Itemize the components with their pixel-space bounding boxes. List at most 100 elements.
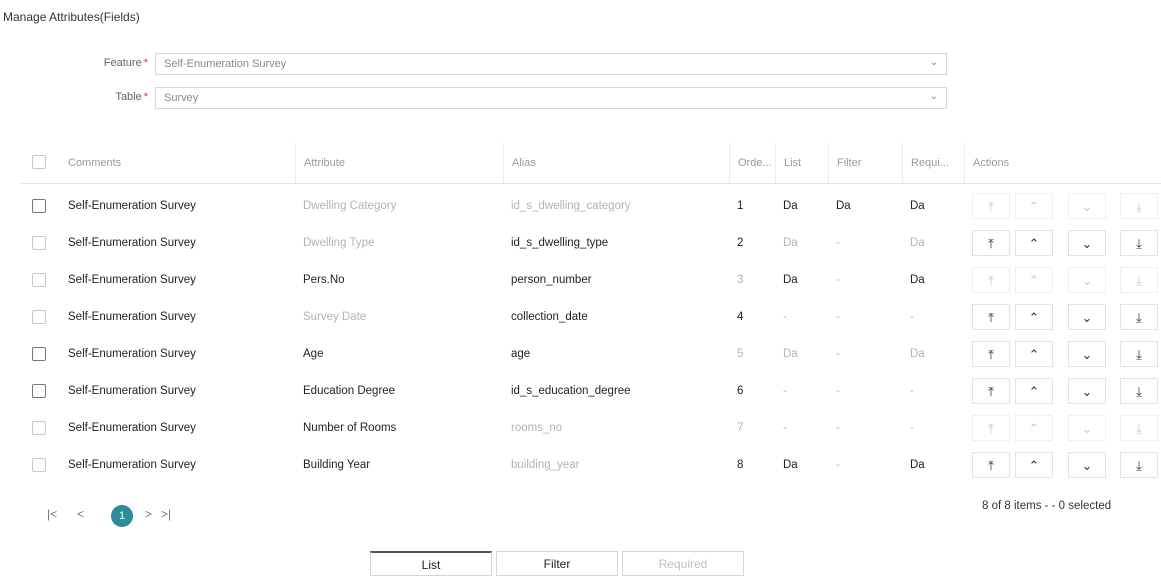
move-down-icon[interactable]: ⌄ (1068, 267, 1106, 293)
cell-alias: id_s_education_degree (511, 385, 631, 397)
move-bottom-icon[interactable]: ⤓ (1120, 415, 1158, 441)
move-up-icon[interactable]: ⌃ (1015, 341, 1053, 367)
feature-select[interactable]: Self-Enumeration Survey ⌄ (155, 53, 947, 75)
cell-list: - (783, 311, 787, 323)
table-row[interactable]: Self-Enumeration Survey Pers.No person_num… (20, 262, 1161, 299)
move-down-icon[interactable]: ⌄ (1068, 230, 1106, 256)
cell-filter: Da (836, 200, 851, 212)
move-top-icon[interactable]: ⤒ (972, 193, 1010, 219)
table-row[interactable]: Self-Enumeration Survey Education Degree i… (20, 373, 1161, 410)
table-row[interactable]: Self-Enumeration Survey Dwelling Type id_s… (20, 225, 1161, 262)
cell-required: - (910, 422, 914, 434)
prev-page-button[interactable]: < (77, 507, 84, 521)
move-bottom-icon[interactable]: ⤓ (1120, 230, 1158, 256)
move-top-icon[interactable]: ⤒ (972, 452, 1010, 478)
cell-list: Da (783, 459, 798, 471)
row-checkbox[interactable] (32, 199, 46, 213)
move-top-icon[interactable]: ⤒ (972, 341, 1010, 367)
move-up-icon[interactable]: ⌃ (1015, 304, 1053, 330)
table-row[interactable]: Self-Enumeration Survey Dwelling Category… (20, 188, 1161, 225)
move-down-icon[interactable]: ⌄ (1068, 304, 1106, 330)
move-down-icon[interactable]: ⌄ (1068, 378, 1106, 404)
move-top-icon[interactable]: ⤒ (972, 415, 1010, 441)
row-checkbox[interactable] (32, 310, 46, 324)
current-page-button[interactable]: 1 (111, 505, 133, 527)
header-order[interactable]: Orde... (729, 143, 775, 183)
cell-list: - (783, 385, 787, 397)
cell-alias: collection_date (511, 311, 588, 323)
row-checkbox[interactable] (32, 384, 46, 398)
cell-attribute: Building Year (303, 459, 371, 471)
move-up-icon[interactable]: ⌃ (1015, 415, 1053, 441)
move-bottom-icon[interactable]: ⤓ (1120, 304, 1158, 330)
cell-required: Da (910, 237, 925, 249)
move-up-icon[interactable]: ⌃ (1015, 267, 1053, 293)
cell-comment: Self-Enumeration Survey (68, 422, 196, 434)
tab-list[interactable]: List (370, 551, 492, 576)
cell-order: 1 (737, 200, 744, 212)
move-top-icon[interactable]: ⤒ (972, 378, 1010, 404)
cell-comment: Self-Enumeration Survey (68, 237, 196, 249)
cell-comment: Self-Enumeration Survey (68, 348, 196, 360)
next-page-button[interactable]: > (145, 507, 152, 521)
move-down-icon[interactable]: ⌄ (1068, 193, 1106, 219)
row-checkbox[interactable] (32, 421, 46, 435)
feature-value: Self-Enumeration Survey (164, 58, 287, 70)
pager: |< < 1 > >| 8 of 8 items - - 0 selected (47, 500, 1161, 529)
header-actions: Actions (964, 143, 1161, 183)
cell-attribute: Age (303, 348, 324, 360)
header-required[interactable]: Requi... (902, 143, 964, 183)
cell-filter: - (836, 274, 840, 286)
last-page-button[interactable]: >| (161, 507, 171, 521)
row-checkbox[interactable] (32, 347, 46, 361)
move-top-icon[interactable]: ⤒ (972, 267, 1010, 293)
cell-filter: - (836, 422, 840, 434)
move-bottom-icon[interactable]: ⤓ (1120, 193, 1158, 219)
cell-filter: - (836, 348, 840, 360)
cell-alias: rooms_no (511, 422, 563, 434)
move-up-icon[interactable]: ⌃ (1015, 452, 1053, 478)
row-checkbox[interactable] (32, 273, 46, 287)
header-filter[interactable]: Filter (828, 143, 902, 183)
cell-required: Da (910, 274, 925, 286)
cell-order: 7 (737, 422, 744, 434)
move-bottom-icon[interactable]: ⤓ (1120, 452, 1158, 478)
chevron-down-icon: ⌄ (929, 57, 938, 68)
move-down-icon[interactable]: ⌄ (1068, 415, 1106, 441)
first-page-button[interactable]: |< (47, 507, 57, 521)
cell-order: 2 (737, 237, 744, 249)
move-up-icon[interactable]: ⌃ (1015, 378, 1053, 404)
table-row[interactable]: Self-Enumeration Survey Number of Rooms ro… (20, 410, 1161, 447)
cell-order: 5 (737, 348, 744, 360)
cell-attribute: Survey Date (303, 311, 367, 323)
grid-header: Comments Attribute Alias Orde... List Fi… (20, 143, 1161, 184)
move-bottom-icon[interactable]: ⤓ (1120, 267, 1158, 293)
cell-required: Da (910, 459, 925, 471)
cell-attribute: Dwelling Category (303, 200, 397, 212)
table-row[interactable]: Self-Enumeration Survey Survey Date collec… (20, 299, 1161, 336)
cell-comment: Self-Enumeration Survey (68, 385, 196, 397)
move-down-icon[interactable]: ⌄ (1068, 452, 1106, 478)
table-row-field: Table * Survey ⌄ (0, 87, 950, 109)
cell-list: Da (783, 348, 798, 360)
move-top-icon[interactable]: ⤒ (972, 230, 1010, 256)
move-bottom-icon[interactable]: ⤓ (1120, 378, 1158, 404)
move-down-icon[interactable]: ⌄ (1068, 341, 1106, 367)
table-select[interactable]: Survey ⌄ (155, 87, 947, 109)
header-comments[interactable]: Comments (60, 143, 295, 183)
header-alias[interactable]: Alias (503, 143, 729, 183)
move-up-icon[interactable]: ⌃ (1015, 230, 1053, 256)
header-list[interactable]: List (775, 143, 828, 183)
row-checkbox[interactable] (32, 236, 46, 250)
table-row[interactable]: Self-Enumeration Survey Age age 5 Da - Da ⤒ ⌃ ⌄ ⤓ (20, 336, 1161, 373)
tab-filter[interactable]: Filter (496, 551, 618, 576)
cell-alias: id_s_dwelling_type (511, 237, 609, 249)
select-all-checkbox[interactable] (32, 155, 46, 169)
move-up-icon[interactable]: ⌃ (1015, 193, 1053, 219)
table-row[interactable]: Self-Enumeration Survey Building Year buil… (20, 447, 1161, 484)
move-bottom-icon[interactable]: ⤓ (1120, 341, 1158, 367)
header-attribute[interactable]: Attribute (295, 143, 503, 183)
move-top-icon[interactable]: ⤒ (972, 304, 1010, 330)
tab-required[interactable]: Required (622, 551, 744, 576)
row-checkbox[interactable] (32, 458, 46, 472)
